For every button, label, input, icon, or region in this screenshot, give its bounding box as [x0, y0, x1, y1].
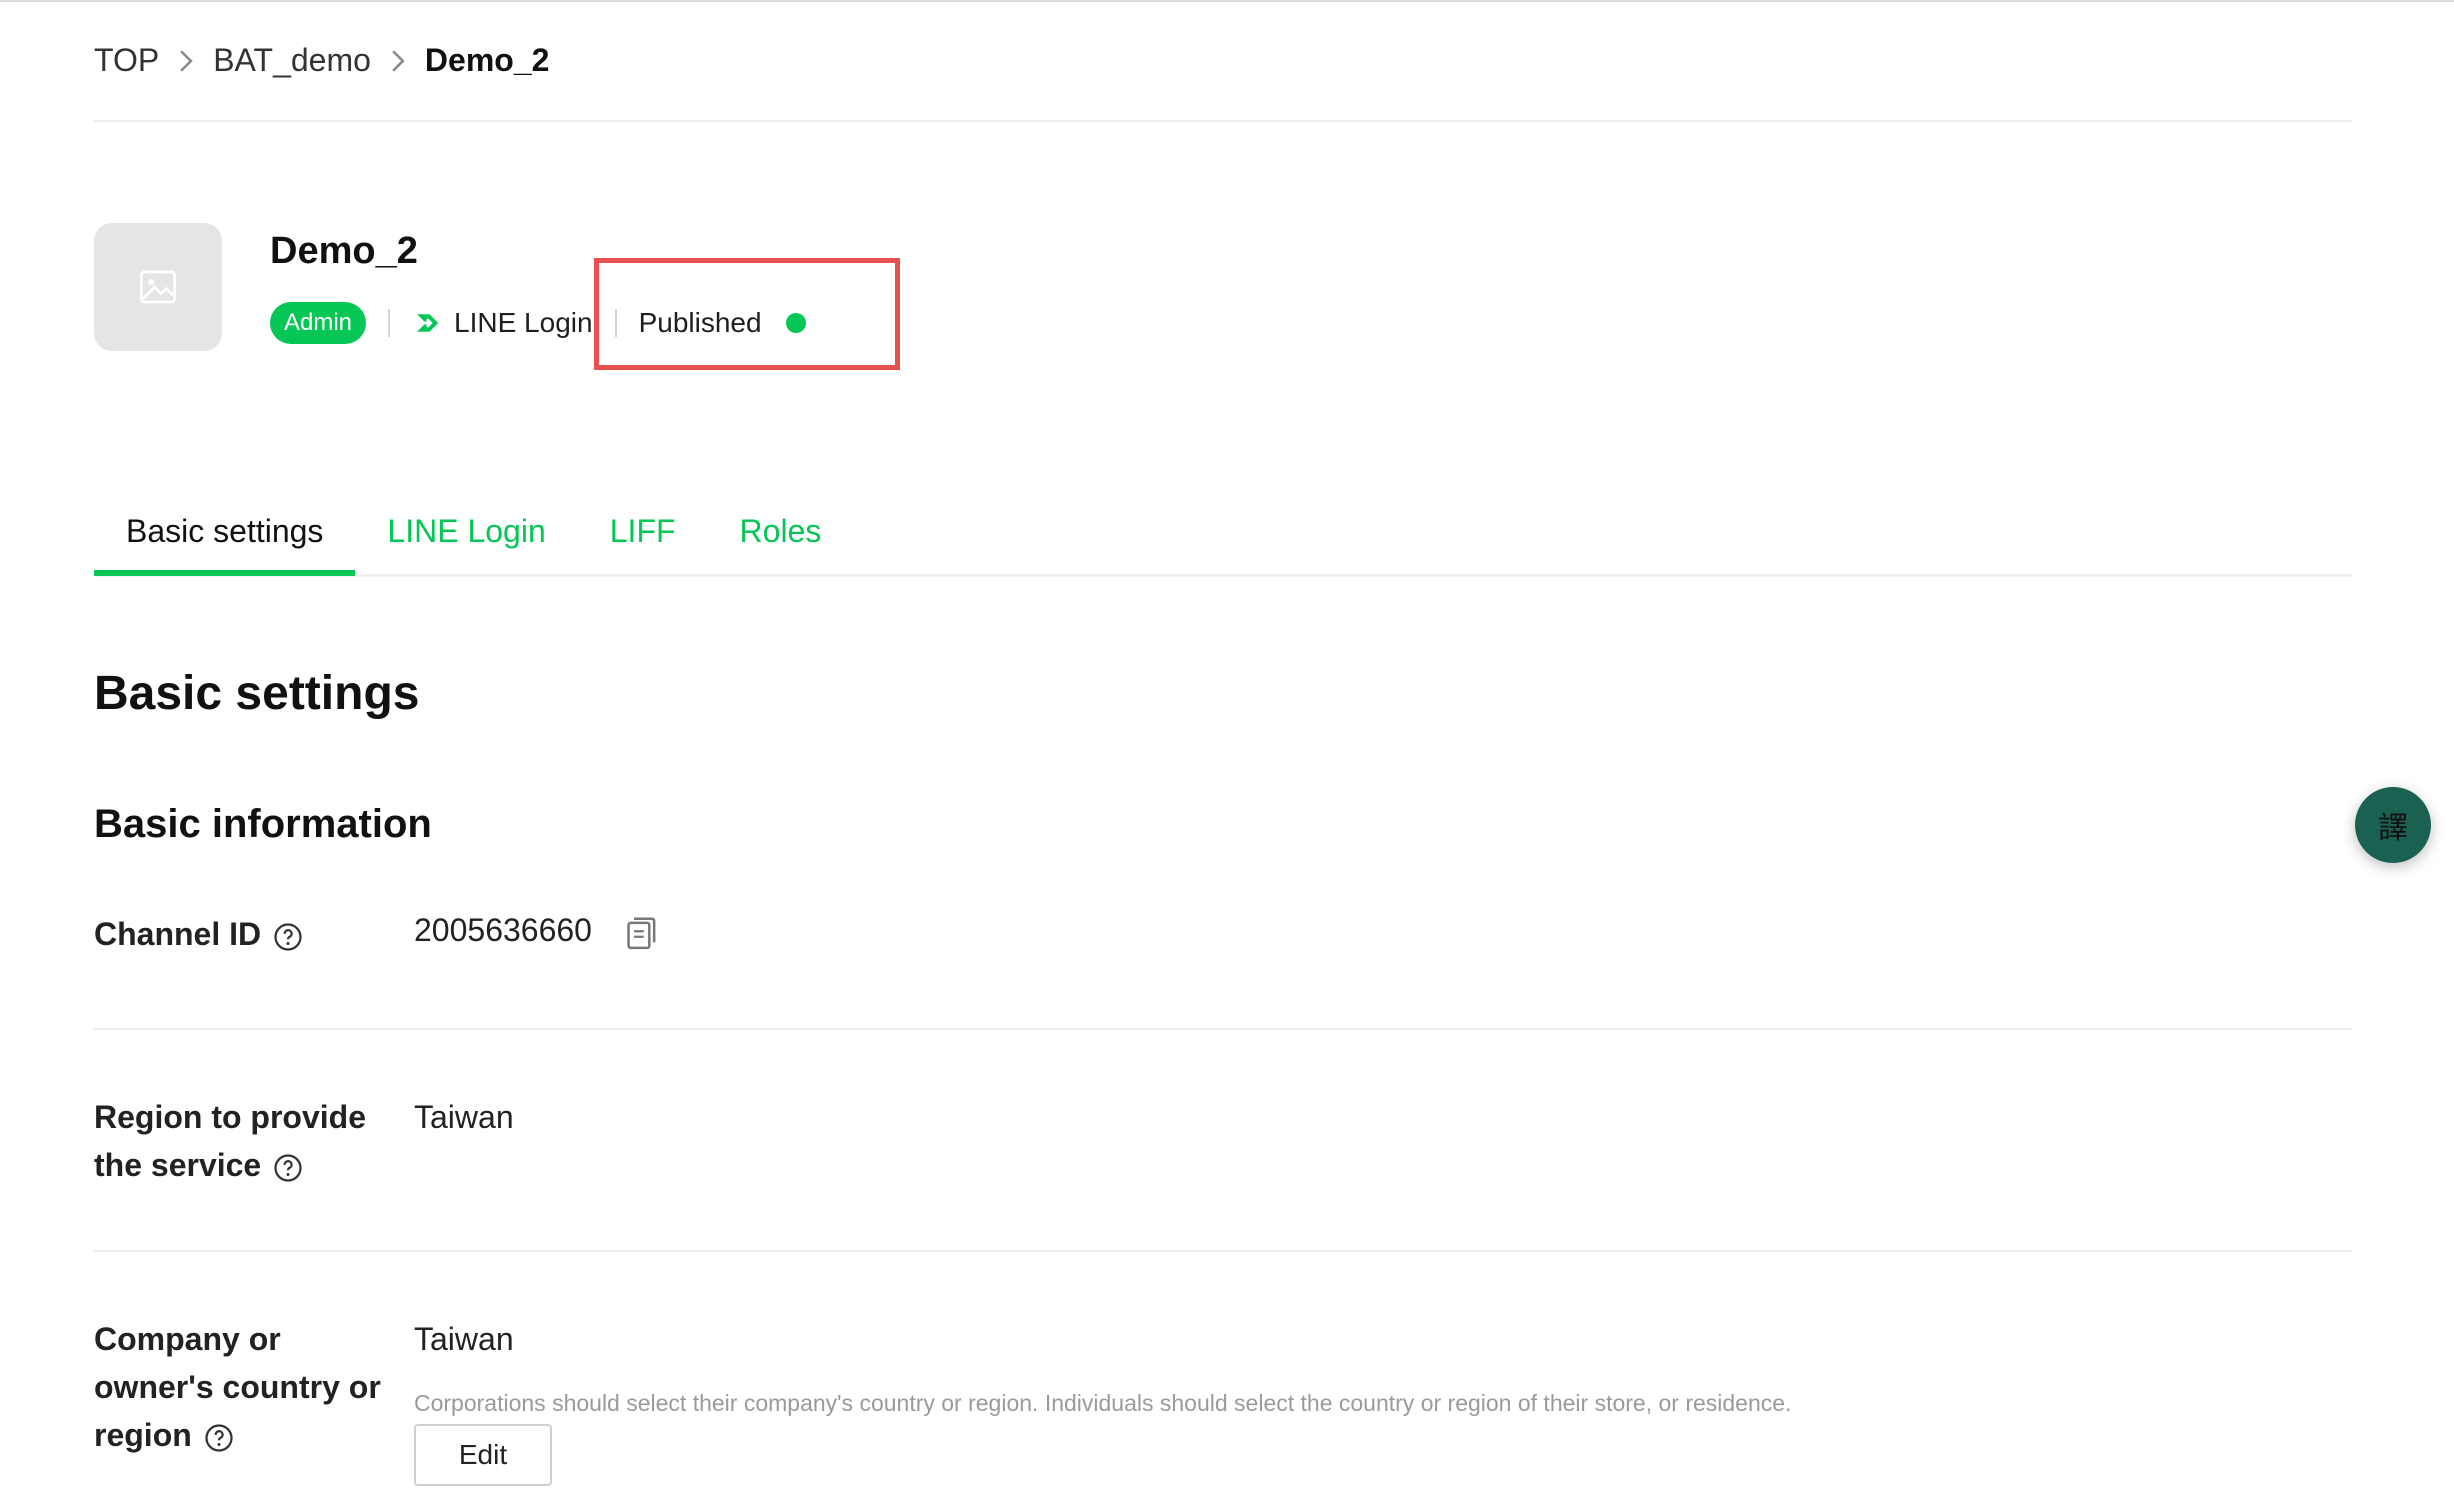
company-region-label: Company or owner's country or region	[94, 1315, 381, 1459]
company-region-value: Taiwan	[414, 1321, 514, 1357]
region-value: Taiwan	[414, 1099, 514, 1135]
breadcrumb-current: Demo_2	[424, 42, 550, 78]
channel-id-label: Channel ID	[94, 910, 303, 958]
field-label-text: Region to provide	[94, 1099, 366, 1135]
region-label: Region to provide the service	[94, 1093, 366, 1189]
breadcrumb-top-link[interactable]: TOP	[94, 42, 159, 79]
image-placeholder-icon	[140, 270, 176, 304]
channel-id-value: 2005636660	[414, 912, 592, 948]
page: TOP BAT_demo Demo_2 Demo_2 Admin LINE Lo…	[0, 0, 2454, 1494]
company-region-hint: Corporations should select their company…	[414, 1390, 1792, 1416]
breadcrumb: TOP BAT_demo Demo_2	[94, 42, 549, 79]
field-label-text: Company or	[94, 1321, 281, 1357]
divider	[94, 1250, 2352, 1252]
tab-liff[interactable]: LIFF	[578, 500, 708, 576]
role-badge: Admin	[270, 302, 367, 344]
chevron-right-icon	[371, 48, 425, 74]
channel-name: Demo_2	[270, 230, 418, 272]
field-label-text: the service	[94, 1147, 262, 1183]
divider	[388, 309, 391, 337]
field-label-text: Channel ID	[94, 916, 262, 952]
tab-line-login[interactable]: LINE Login	[355, 500, 577, 576]
status-highlight-box	[594, 258, 900, 370]
channel-type: LINE Login	[454, 307, 593, 338]
section-title: Basic information	[94, 802, 432, 846]
tab-basic-settings[interactable]: Basic settings	[94, 500, 356, 576]
divider	[94, 1028, 2352, 1030]
page-title: Basic settings	[94, 667, 420, 720]
translate-button[interactable]: 譯	[2355, 787, 2431, 863]
line-login-icon	[417, 314, 439, 332]
copy-icon[interactable]	[624, 916, 658, 952]
divider	[94, 120, 2352, 122]
tab-roles[interactable]: Roles	[708, 500, 854, 576]
field-label-text: region	[94, 1417, 192, 1453]
help-icon[interactable]	[273, 1153, 303, 1183]
edit-button[interactable]: Edit	[414, 1424, 552, 1486]
chevron-right-icon	[159, 48, 213, 74]
breadcrumb-provider-link[interactable]: BAT_demo	[213, 42, 371, 79]
help-icon[interactable]	[273, 922, 303, 952]
field-label-text: owner's country or	[94, 1369, 381, 1405]
channel-icon	[94, 223, 222, 351]
help-icon[interactable]	[204, 1423, 234, 1453]
tab-bar: Basic settings LINE Login LIFF Roles	[94, 500, 2352, 578]
